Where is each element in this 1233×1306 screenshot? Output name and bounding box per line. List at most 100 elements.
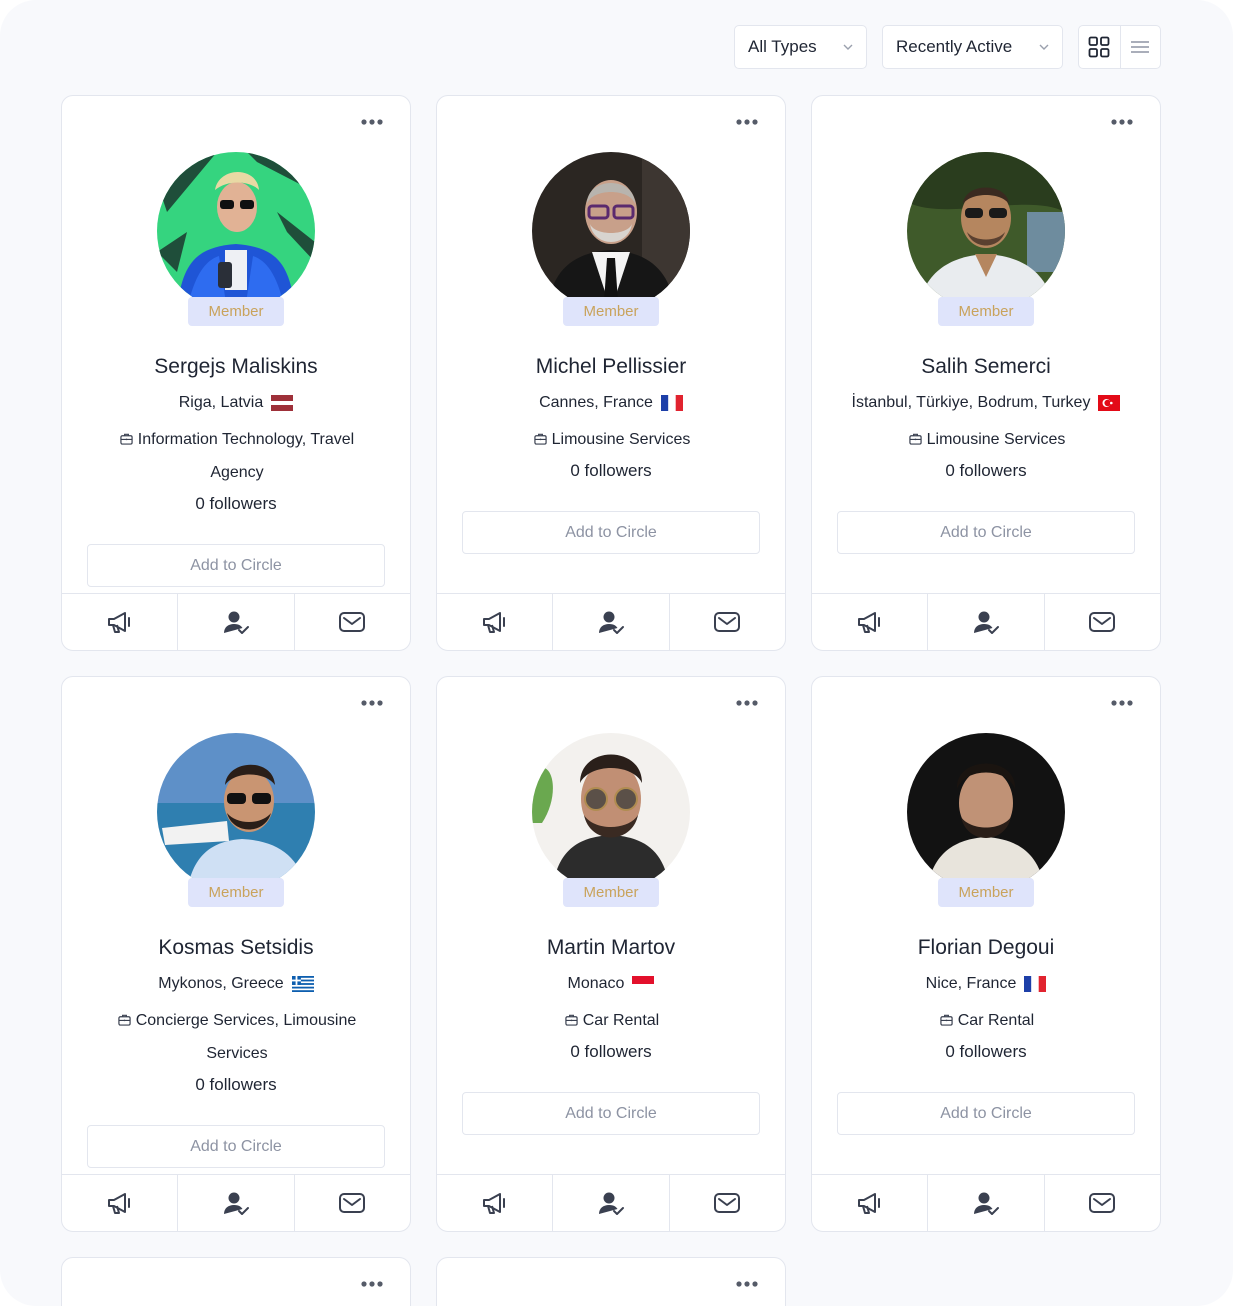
more-options-icon[interactable] (360, 1278, 384, 1290)
user-check-icon (972, 1189, 1000, 1217)
member-card: Member Kosmas Setsidis Mykonos, Greece C… (61, 676, 411, 1232)
monaco-flag-icon (632, 976, 655, 992)
avatar[interactable] (532, 733, 690, 891)
member-card: Member Sergejs Maliskins Riga, Latvia In… (61, 95, 411, 651)
add-to-circle-button[interactable]: Add to Circle (87, 544, 385, 587)
member-location: Cannes, France (437, 394, 785, 412)
follow-button[interactable] (552, 594, 668, 650)
add-to-circle-button[interactable]: Add to Circle (837, 511, 1135, 554)
member-name[interactable]: Salih Semerci (812, 355, 1160, 379)
card-actions (812, 593, 1160, 650)
follow-button[interactable] (552, 1175, 668, 1231)
member-card: Member Michel Pellissier Cannes, France … (436, 95, 786, 651)
promote-button[interactable] (62, 1175, 177, 1231)
more-options-icon[interactable] (1110, 116, 1134, 128)
latvia-flag-icon (271, 395, 294, 411)
member-industry: Car Rental (477, 1004, 747, 1037)
filter-toolbar: All Types Recently Active (0, 25, 1233, 69)
follow-button[interactable] (177, 1175, 293, 1231)
add-to-circle-button[interactable]: Add to Circle (462, 511, 760, 554)
more-options-icon[interactable] (735, 116, 759, 128)
industry-text: Information Technology, Travel Agency (137, 431, 355, 481)
briefcase-icon (565, 1013, 578, 1026)
followers-count: 0 followers (570, 461, 652, 480)
mail-icon (1088, 608, 1116, 636)
avatar[interactable] (157, 733, 315, 891)
message-button[interactable] (1043, 1175, 1160, 1231)
more-options-icon[interactable] (735, 1278, 759, 1290)
industry-text: Limousine Services (551, 431, 691, 448)
avatar[interactable] (907, 733, 1065, 891)
more-options-icon[interactable] (360, 116, 384, 128)
member-card: Member Martin Martov Monaco Car Rental 0… (436, 676, 786, 1232)
type-filter-value: All Types (748, 37, 817, 56)
avatar[interactable] (907, 152, 1065, 310)
megaphone-icon (481, 608, 509, 636)
follow-button[interactable] (927, 1175, 1043, 1231)
view-toggle (1078, 25, 1161, 69)
members-directory: All Types Recently Active Member Sergejs… (0, 0, 1233, 1306)
megaphone-icon (856, 1189, 884, 1217)
more-options-icon[interactable] (735, 697, 759, 709)
type-filter-select[interactable]: All Types (734, 25, 867, 69)
more-options-icon[interactable] (1110, 697, 1134, 709)
add-to-circle-button[interactable]: Add to Circle (87, 1125, 385, 1168)
sort-filter-value: Recently Active (896, 37, 1013, 56)
member-name[interactable]: Sergejs Maliskins (62, 355, 410, 379)
promote-button[interactable] (437, 1175, 552, 1231)
sort-filter-select[interactable]: Recently Active (882, 25, 1063, 69)
user-check-icon (597, 608, 625, 636)
member-badge: Member (188, 878, 284, 907)
member-industry: Car Rental (852, 1004, 1122, 1037)
followers-count: 0 followers (945, 1042, 1027, 1061)
member-name[interactable]: Kosmas Setsidis (62, 936, 410, 960)
briefcase-icon (940, 1013, 953, 1026)
user-check-icon (972, 608, 1000, 636)
avatar[interactable] (532, 152, 690, 310)
member-location: İstanbul, Türkiye, Bodrum, Turkey (812, 394, 1160, 412)
mail-icon (338, 1189, 366, 1217)
promote-button[interactable] (812, 594, 927, 650)
briefcase-icon (118, 1013, 131, 1026)
card-actions (437, 593, 785, 650)
grid-view-button[interactable] (1079, 26, 1120, 68)
mail-icon (338, 608, 366, 636)
megaphone-icon (106, 1189, 134, 1217)
member-name[interactable]: Martin Martov (437, 936, 785, 960)
avatar[interactable] (157, 152, 315, 310)
add-to-circle-button[interactable]: Add to Circle (837, 1092, 1135, 1135)
location-text: Riga, Latvia (178, 394, 264, 411)
member-name[interactable]: Michel Pellissier (437, 355, 785, 379)
member-name[interactable]: Florian Degoui (812, 936, 1160, 960)
card-actions (62, 593, 410, 650)
france-flag-icon (660, 395, 683, 411)
location-text: Mykonos, Greece (158, 975, 284, 992)
promote-button[interactable] (812, 1175, 927, 1231)
promote-button[interactable] (437, 594, 552, 650)
card-actions (62, 1174, 410, 1231)
user-check-icon (597, 1189, 625, 1217)
member-location: Nice, France (812, 975, 1160, 993)
card-actions (812, 1174, 1160, 1231)
member-location: Monaco (437, 975, 785, 993)
followers-count: 0 followers (570, 1042, 652, 1061)
more-options-icon[interactable] (360, 697, 384, 709)
promote-button[interactable] (62, 594, 177, 650)
member-badge: Member (938, 878, 1034, 907)
message-button[interactable] (668, 594, 785, 650)
member-location: Mykonos, Greece (62, 975, 410, 993)
follow-button[interactable] (927, 594, 1043, 650)
add-to-circle-button[interactable]: Add to Circle (462, 1092, 760, 1135)
message-button[interactable] (293, 1175, 410, 1231)
avatar-container: Member (532, 733, 690, 907)
avatar-container: Member (532, 152, 690, 326)
message-button[interactable] (293, 594, 410, 650)
message-button[interactable] (1043, 594, 1160, 650)
turkey-flag-icon (1098, 395, 1121, 411)
member-badge: Member (938, 297, 1034, 326)
location-text: Monaco (567, 975, 625, 992)
follow-button[interactable] (177, 594, 293, 650)
list-view-button[interactable] (1119, 26, 1161, 68)
message-button[interactable] (668, 1175, 785, 1231)
megaphone-icon (856, 608, 884, 636)
